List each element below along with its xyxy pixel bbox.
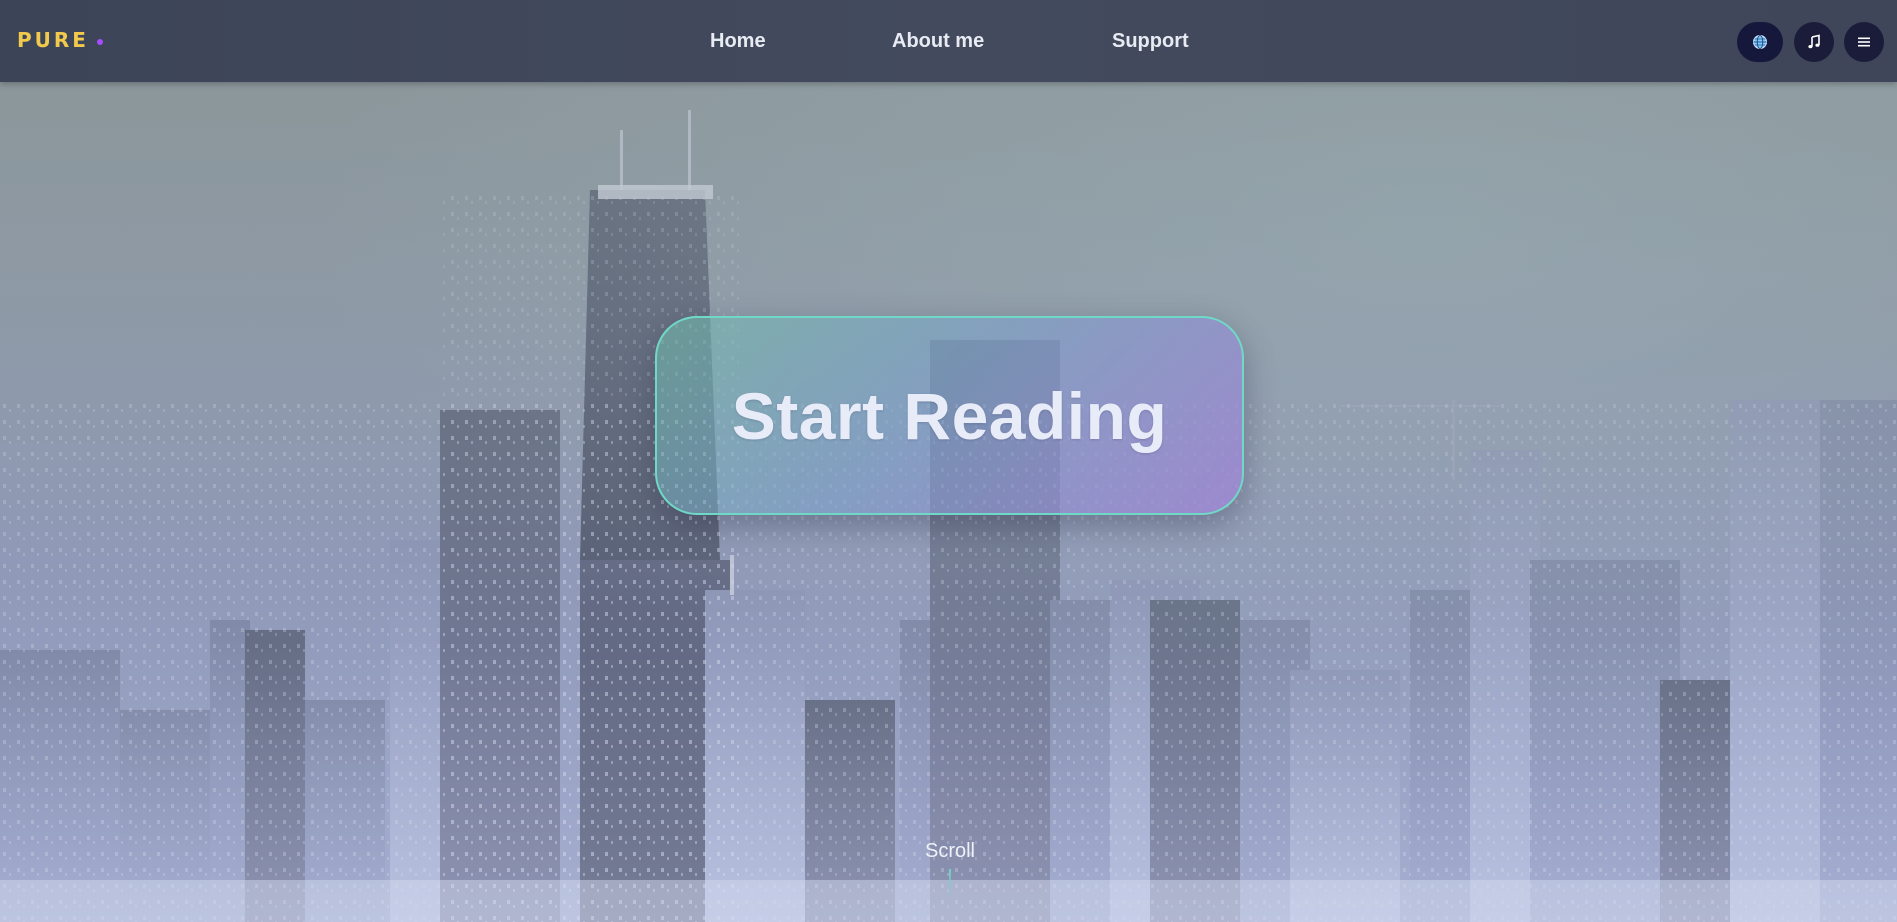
- menu-button[interactable]: [1844, 22, 1884, 62]
- scroll-label: Scroll: [924, 840, 975, 862]
- scroll-indicator[interactable]: Scroll: [900, 840, 1000, 899]
- start-reading-label: Start Reading: [731, 378, 1168, 453]
- hamburger-menu-icon: [1856, 34, 1872, 50]
- globe-icon: [1752, 34, 1768, 50]
- language-button[interactable]: [1737, 22, 1783, 62]
- scroll-line: [949, 869, 951, 899]
- nav-link-about-me[interactable]: About me: [892, 30, 984, 53]
- top-navbar: PURE Home About me Support: [0, 0, 1897, 82]
- nav-links: Home About me Support: [0, 30, 1897, 54]
- start-reading-button[interactable]: Start Reading: [655, 316, 1244, 515]
- page: PURE Home About me Support Start Reading…: [0, 0, 1897, 922]
- music-note-icon: [1806, 34, 1822, 50]
- nav-link-home[interactable]: Home: [710, 30, 766, 53]
- nav-link-support[interactable]: Support: [1112, 30, 1189, 53]
- music-toggle-button[interactable]: [1794, 22, 1834, 62]
